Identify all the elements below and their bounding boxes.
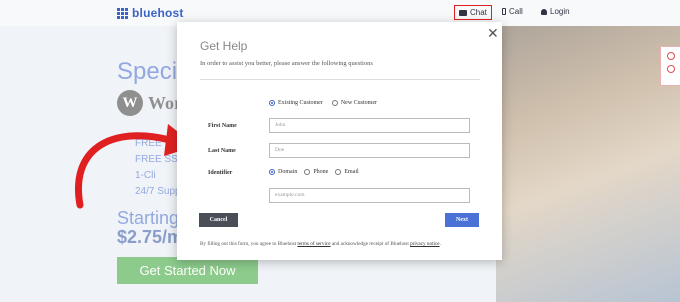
bluehost-logo[interactable]: bluehost: [117, 6, 184, 20]
new-customer-radio[interactable]: [331, 100, 338, 106]
email-label: Email: [344, 169, 359, 175]
last-name-label: Last Name: [208, 148, 236, 154]
email-radio[interactable]: [335, 169, 342, 175]
call-label: Call: [509, 7, 523, 16]
accessibility-icon: [666, 65, 675, 73]
domain-radio[interactable]: [269, 169, 275, 175]
close-icon[interactable]: ✕: [487, 25, 499, 42]
chat-icon: [459, 9, 467, 16]
login-label: Login: [550, 7, 570, 16]
logo-grid-icon: [117, 7, 128, 19]
privacy-notice-link[interactable]: privacy notice: [410, 241, 440, 247]
last-name-field[interactable]: Doe: [269, 143, 470, 158]
existing-customer-radio[interactable]: [269, 100, 275, 106]
new-customer-label: New Customer: [340, 100, 378, 106]
phone-label: Phone: [313, 169, 329, 175]
phone-radio[interactable]: [304, 169, 311, 175]
first-name-label: First Name: [208, 123, 237, 129]
chat-label: Chat: [470, 8, 487, 17]
customer-type-radio-group: Existing Customer New Customer: [269, 100, 377, 106]
identifier-field[interactable]: example.com: [269, 188, 470, 203]
footer-text: and acknowledge receipt of Bluehost: [331, 241, 409, 247]
identifier-label: Identifier: [208, 170, 233, 176]
existing-customer-label: Existing Customer: [278, 100, 323, 106]
phone-icon: [502, 8, 506, 15]
dialog-subtitle: In order to assist you better, please an…: [200, 60, 373, 67]
call-link[interactable]: Call: [502, 7, 523, 16]
identifier-radio-group: Domain Phone Email: [269, 169, 359, 175]
dialog-title: Get Help: [200, 39, 248, 53]
side-help-widget[interactable]: [660, 46, 680, 86]
footer-text: By filling out this form, you agree to B…: [200, 241, 297, 247]
domain-label: Domain: [278, 169, 298, 175]
terms-footer: By filling out this form, you agree to B…: [200, 241, 441, 247]
login-link[interactable]: Login: [541, 7, 570, 16]
get-help-dialog: Get Help ✕ In order to assist you better…: [177, 22, 502, 260]
divider: [200, 79, 480, 80]
logo-text: bluehost: [132, 6, 184, 20]
help-icon: [666, 52, 675, 60]
cancel-button[interactable]: Cancel: [199, 213, 238, 227]
first-name-field[interactable]: John: [269, 118, 470, 133]
next-button[interactable]: Next: [445, 213, 479, 227]
terms-of-service-link[interactable]: terms of service: [297, 241, 330, 247]
chat-link[interactable]: Chat: [454, 5, 492, 20]
user-icon: [541, 8, 547, 15]
footer-period: .: [439, 241, 441, 247]
